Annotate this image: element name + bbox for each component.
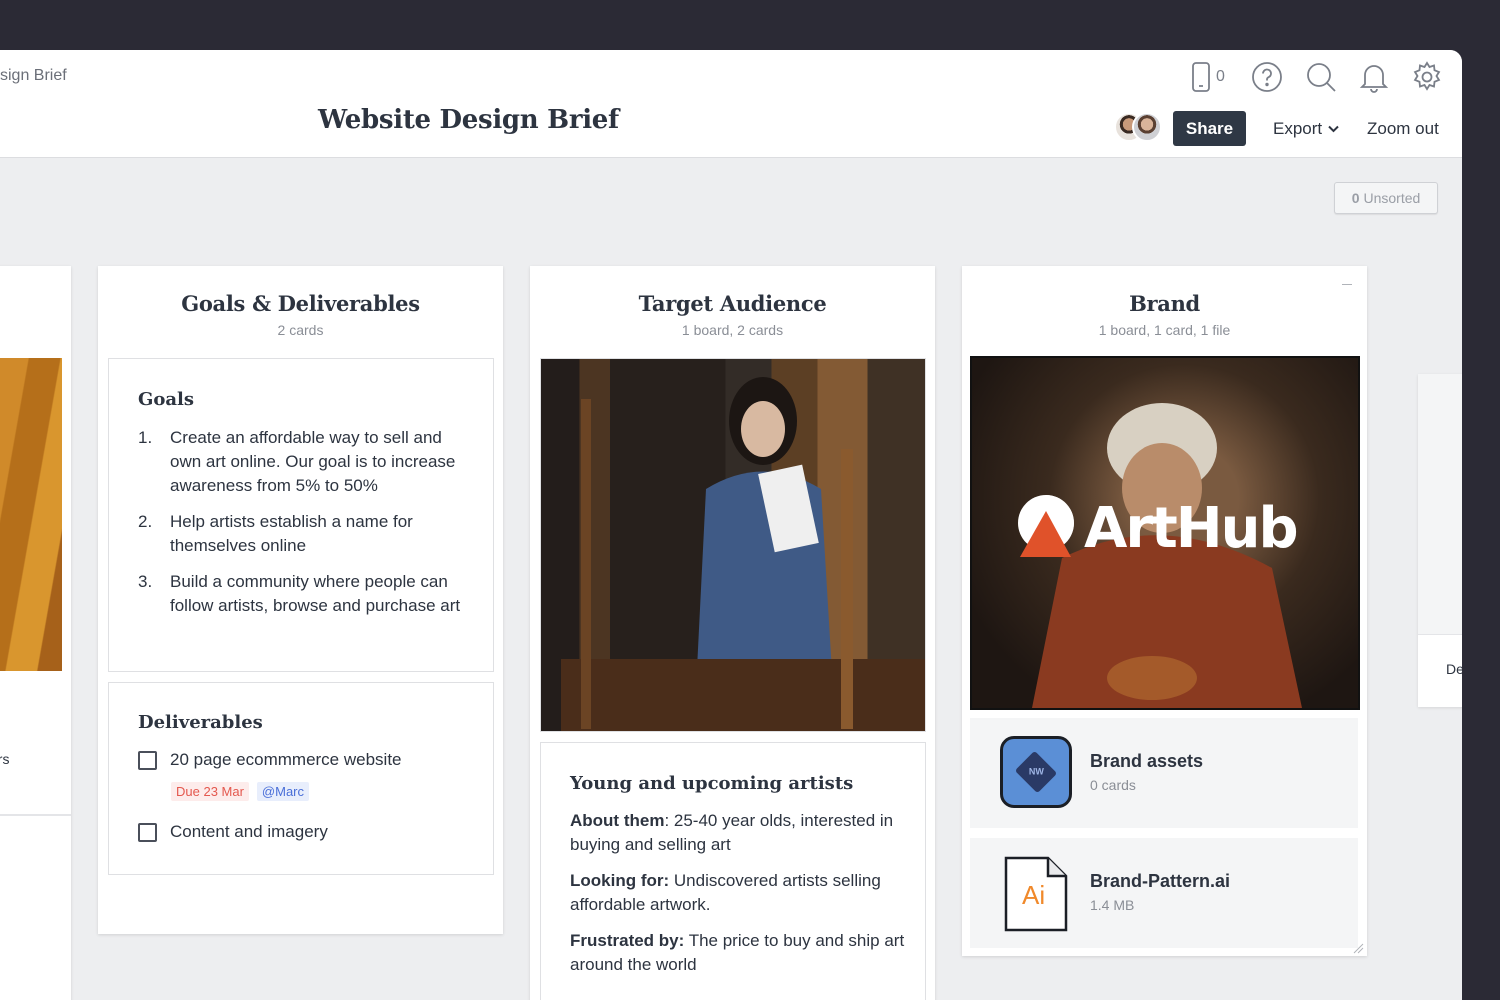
- card-body: About them: 25-40 year olds, interested …: [570, 809, 905, 989]
- column-partial-left[interactable]: ers: [0, 266, 71, 1000]
- search-icon[interactable]: [1304, 60, 1338, 94]
- list-item: 1. Create an affordable way to sell and o…: [138, 426, 468, 498]
- column-brand[interactable]: Brand 1 board, 1 card, 1 file ArtHub NW: [962, 266, 1367, 956]
- board-window: sign Brief Website Design Brief 0 Share …: [0, 50, 1462, 1000]
- artwork-image[interactable]: [0, 358, 62, 671]
- card-text-partial: De: [1446, 661, 1462, 677]
- task-label: Content and imagery: [170, 822, 328, 841]
- about-label: About them: [570, 811, 665, 830]
- page-title[interactable]: Website Design Brief: [318, 105, 619, 135]
- list-number: 3.: [138, 572, 153, 591]
- looking-paragraph: Looking for: Undiscovered artists sellin…: [570, 869, 905, 917]
- zoom-out-button[interactable]: Zoom out: [1367, 119, 1439, 139]
- list-text: Build a community where people can follo…: [170, 572, 461, 615]
- resize-handle-icon[interactable]: [1352, 942, 1364, 954]
- list-item: 3. Build a community where people can fol…: [138, 570, 468, 618]
- board-link-name: Brand assets: [1090, 751, 1204, 771]
- list-text: Help artists establish a name for themse…: [170, 512, 413, 555]
- tag-icon: NW: [1000, 736, 1072, 808]
- file-brand-pattern[interactable]: Ai Brand-Pattern.ai 1.4 MB: [970, 838, 1358, 948]
- divider: [0, 814, 71, 816]
- tag-icon-text: NW: [1028, 767, 1044, 777]
- help-icon[interactable]: [1250, 60, 1284, 94]
- task-row: 20 page ecommmerce website: [138, 750, 402, 770]
- frustrated-paragraph: Frustrated by: The price to buy and ship…: [570, 929, 905, 977]
- chevron-down-icon: [1328, 125, 1339, 133]
- card-heading: Deliverables: [138, 712, 263, 733]
- card-heading: Goals: [138, 389, 195, 410]
- card-text-partial: ers: [0, 751, 10, 767]
- audience-image[interactable]: [540, 358, 926, 732]
- list-item: 2. Help artists establish a name for them…: [138, 510, 468, 558]
- board-link-brand-assets[interactable]: NW Brand assets 0 cards: [970, 718, 1358, 828]
- task-row: Content and imagery: [138, 822, 328, 842]
- column-title[interactable]: Target Audience: [530, 291, 935, 316]
- unsorted-label: Unsorted: [1363, 190, 1421, 206]
- collapse-icon[interactable]: [1342, 284, 1352, 285]
- device-count: 0: [1216, 68, 1225, 85]
- task-label: 20 page ecommmerce website: [170, 750, 402, 769]
- list-text: Create an affordable way to sell and own…: [170, 428, 456, 495]
- column-subtitle: 2 cards: [277, 322, 324, 338]
- assignee-badge[interactable]: @Marc: [256, 782, 310, 801]
- share-button[interactable]: Share: [1173, 111, 1246, 146]
- brand-logo-image[interactable]: ArtHub: [970, 356, 1360, 710]
- arthub-logo-icon: [1018, 495, 1074, 557]
- logo-wordmark: ArtHub: [1084, 496, 1299, 561]
- goals-card[interactable]: Goals 1. Create an affordable way to sell…: [108, 358, 494, 672]
- file-icon-text: Ai: [1022, 880, 1046, 910]
- audience-card[interactable]: Young and upcoming artists About them: 2…: [540, 742, 926, 1000]
- column-subtitle: 1 board, 2 cards: [681, 322, 784, 338]
- column-subtitle: 1 board, 1 card, 1 file: [1098, 322, 1231, 338]
- list-number: 1.: [138, 428, 153, 447]
- unsorted-count: 0: [1351, 190, 1360, 206]
- file-size: 1.4 MB: [1090, 897, 1135, 913]
- breadcrumb[interactable]: sign Brief: [0, 67, 67, 85]
- frustrated-label: Frustrated by:: [570, 931, 685, 950]
- looking-label: Looking for:: [570, 871, 670, 890]
- due-date-badge[interactable]: Due 23 Mar: [171, 782, 249, 801]
- list-number: 2.: [138, 512, 153, 531]
- column-title[interactable]: Brand: [962, 291, 1367, 316]
- avatar[interactable]: [1132, 112, 1162, 142]
- card-heading: Young and upcoming artists: [570, 773, 854, 794]
- file-name: Brand-Pattern.ai: [1090, 871, 1231, 891]
- card-partial-right[interactable]: De: [1418, 374, 1462, 707]
- artist-photo: [541, 359, 925, 731]
- column-target-audience[interactable]: Target Audience 1 board, 2 cards Young a…: [530, 266, 935, 1000]
- task-checkbox[interactable]: [138, 750, 157, 770]
- column-goals-deliverables[interactable]: Goals & Deliverables 2 cards Goals 1. Cre…: [98, 266, 503, 934]
- export-label: Export: [1273, 119, 1323, 138]
- about-paragraph: About them: 25-40 year olds, interested …: [570, 809, 905, 857]
- goals-list: 1. Create an affordable way to sell and o…: [138, 426, 468, 630]
- board-link-meta: 0 cards: [1090, 777, 1136, 793]
- device-icon[interactable]: [1184, 60, 1218, 94]
- deliverables-card[interactable]: Deliverables 20 page ecommmerce website …: [108, 682, 494, 875]
- card-footer: De: [1418, 634, 1462, 707]
- column-title[interactable]: Goals & Deliverables: [98, 291, 503, 316]
- gear-icon[interactable]: [1410, 60, 1444, 94]
- top-bar: sign Brief Website Design Brief 0 Share …: [0, 50, 1462, 158]
- unsorted-button[interactable]: 0 Unsorted: [1334, 182, 1438, 214]
- collaborator-avatars[interactable]: [1114, 112, 1164, 144]
- bell-icon[interactable]: [1357, 60, 1391, 94]
- task-meta: Due 23 Mar @Marc: [171, 782, 310, 801]
- export-button[interactable]: Export: [1273, 119, 1339, 139]
- task-checkbox[interactable]: [138, 822, 157, 842]
